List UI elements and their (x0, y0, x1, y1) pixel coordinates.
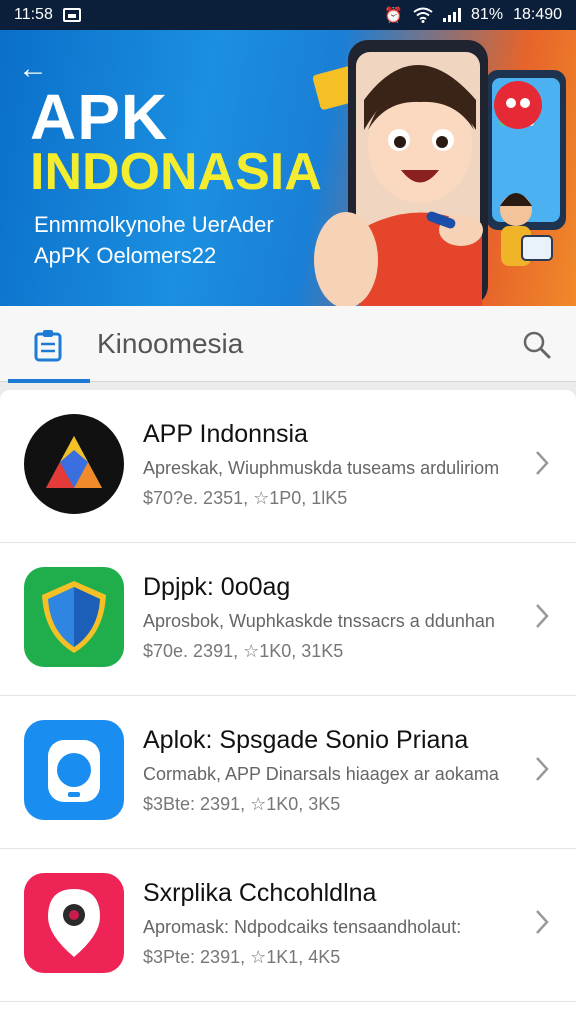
signal-icon (443, 8, 462, 22)
app-title: Aplok: Spsgade Sonio Priana (143, 726, 469, 754)
gallery-icon (62, 8, 81, 22)
status-time: 11:58 (14, 6, 53, 23)
banner-subtitle-line2: ApPK Oelomers22 (34, 243, 217, 268)
search-input[interactable]: Kinoomesia (97, 328, 243, 360)
status-left: 11:58 (14, 6, 81, 24)
chevron-right-icon (536, 757, 549, 781)
status-right: ⏰ 81% 18:490 (384, 6, 562, 24)
app-description: Apromask: Ndpodcaiks tensaandholaut: (143, 917, 462, 937)
search-icon[interactable] (520, 328, 554, 362)
chevron-right-icon (536, 910, 549, 934)
battery-percent: 81% (471, 6, 504, 23)
shield-icon (24, 567, 124, 667)
list-item[interactable]: APP Indonnsia Apreskak, Wiuphmuskda tuse… (0, 390, 576, 543)
prism-triangle-icon (24, 414, 124, 514)
app-description: Cormabk, APP Dinarsals hiaagex ar aokama (143, 764, 499, 784)
search-bar: Kinoomesia (0, 306, 576, 383)
active-tab-indicator (8, 379, 90, 383)
alarm-icon: ⏰ (384, 7, 404, 24)
banner-title-line2: INDONASIA (30, 143, 322, 201)
list-item[interactable]: Sxrplika Cchcohldlna Apromask: Ndpodcaik… (0, 849, 576, 1002)
chevron-right-icon (536, 451, 549, 475)
clipboard-icon[interactable] (28, 326, 68, 366)
list-item[interactable]: Aplok: Spsgade Sonio Priana Cormabk, APP… (0, 696, 576, 849)
app-description: Aprosbok, Wuphkaskde tnssacrs a ddunhan (143, 611, 495, 631)
app-meta: $70e. 2391, ☆1K0, 31K5 (143, 641, 344, 661)
app-title: APP Indonnsia (143, 420, 308, 448)
banner-illustration (312, 40, 566, 306)
status-clock-right: 18:490 (513, 6, 562, 23)
app-title: Sxrplika Cchcohldlna (143, 879, 377, 907)
camera-icon (24, 720, 124, 820)
banner-subtitle-line1: Enmmolkynohe UerAder (34, 212, 274, 237)
chevron-right-icon (536, 604, 549, 628)
app-description: Apreskak, Wiuphmuskda tuseams arduliriom (143, 458, 500, 478)
app-meta: $3Pte: 2391, ☆1K1, 4K5 (143, 947, 341, 967)
app-meta: $3Bte: 2391, ☆1K0, 3K5 (143, 794, 341, 814)
app-title: Dpjpk: 0o0ag (143, 573, 291, 601)
status-bar: 11:58 ⏰ 81% 18:490 (0, 0, 576, 30)
wifi-icon (413, 7, 433, 23)
promo-banner: ← APK INDONASIA Enmmolkynohe UerAder ApP… (0, 30, 576, 306)
location-pin-icon (24, 873, 124, 973)
list-item[interactable]: Dpjpk: 0o0ag Aprosbok, Wuphkaskde tnssac… (0, 543, 576, 696)
app-list: APP Indonnsia Apreskak, Wiuphmuskda tuse… (0, 390, 576, 1024)
app-meta: $70?e. 2351, ☆1P0, 1lK5 (143, 488, 348, 508)
